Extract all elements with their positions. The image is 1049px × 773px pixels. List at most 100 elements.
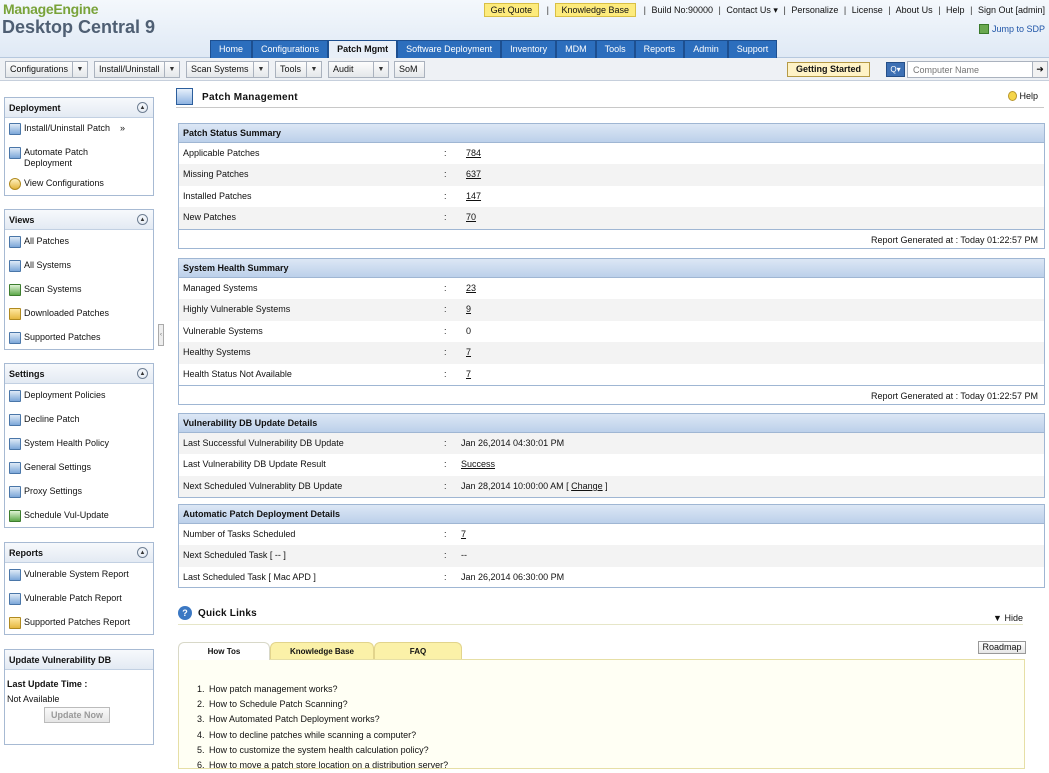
logo-product: Desktop Central 9 [2, 17, 156, 37]
sidebar-item-all-systems[interactable]: All Systems [9, 260, 151, 272]
collapse-icon[interactable]: ▲ [137, 368, 148, 379]
list-item[interactable]: 3. How Automated Patch Deployment works? [197, 712, 448, 727]
collapse-icon[interactable]: ▲ [137, 547, 148, 558]
sidebar-item-system-health-policy[interactable]: System Health Policy [9, 438, 151, 450]
tools-menu[interactable]: Tools ▼ [275, 61, 322, 78]
sidebar-item-general-settings[interactable]: General Settings [9, 462, 151, 474]
help-link-top[interactable]: Help [946, 5, 965, 15]
deployment-box: Deployment ▲ Install/Uninstall Patch» Aut… [4, 97, 154, 196]
roadmap-button[interactable]: Roadmap [978, 641, 1026, 654]
schedule-icon [9, 510, 21, 522]
get-quote-button[interactable]: Get Quote [483, 3, 540, 17]
report-icon [9, 617, 21, 629]
tab-patch-mgmt[interactable]: Patch Mgmt [328, 40, 398, 58]
table-row: Number of Tasks Scheduled:7 [183, 529, 467, 539]
sdp-icon [978, 24, 989, 34]
personalize-link[interactable]: Personalize [791, 5, 838, 15]
tab-knowledge-base[interactable]: Knowledge Base [270, 642, 374, 659]
tab-how-tos[interactable]: How Tos [178, 642, 270, 660]
sidebar-item-vulnerable-system-report[interactable]: Vulnerable System Report [9, 569, 151, 581]
list-item[interactable]: 4. How to decline patches while scanning … [197, 728, 448, 743]
search-icon[interactable]: Q▾ [886, 62, 905, 77]
supported-patches-icon [9, 332, 21, 344]
sidebar-item-decline-patch[interactable]: Decline Patch [9, 414, 151, 426]
audit-menu[interactable]: Audit ▼ [328, 61, 389, 78]
tab-home[interactable]: Home [210, 40, 253, 58]
sign-out-link[interactable]: Sign Out [978, 5, 1013, 15]
update-result-link[interactable]: Success [461, 459, 495, 469]
sidebar-item-supported-patches[interactable]: Supported Patches [9, 332, 151, 344]
sidebar-item-schedule-vul-update[interactable]: Schedule Vul-Update [9, 510, 151, 522]
scan-systems-menu[interactable]: Scan Systems ▼ [186, 61, 269, 78]
installed-patches-link[interactable]: 147 [466, 191, 481, 201]
tab-reports[interactable]: Reports [634, 40, 685, 58]
general-settings-icon [9, 462, 21, 474]
top-links: Get Quote | Knowledge Base | Build No:90… [483, 3, 1045, 17]
change-schedule-link[interactable]: Change [571, 481, 603, 491]
table-row: Installed Patches:147 [183, 190, 482, 201]
patch-management-icon [176, 88, 193, 105]
auto-deploy-panel: Automatic Patch Deployment Details Numbe… [178, 504, 1045, 588]
logo-manageengine[interactable]: ManageEngine [3, 1, 99, 17]
caret-down-icon: ▼ [993, 613, 1002, 623]
hide-quick-links[interactable]: ▼ Hide [993, 613, 1023, 623]
jump-to-sdp-link[interactable]: Jump to SDP [978, 24, 1045, 34]
new-patches-link[interactable]: 70 [466, 212, 476, 222]
table-row: Vulnerable Systems:0 [183, 325, 472, 336]
configurations-menu[interactable]: Configurations ▼ [5, 61, 88, 78]
patch-status-title: Patch Status Summary [179, 124, 1044, 143]
managed-systems-link[interactable]: 23 [466, 283, 476, 293]
tab-inventory[interactable]: Inventory [501, 40, 557, 58]
left-sidebar: Deployment ▲ Install/Uninstall Patch» Aut… [0, 82, 160, 766]
tasks-scheduled-link[interactable]: 7 [461, 529, 466, 539]
tab-support[interactable]: Support [727, 40, 778, 58]
computer-name-search-input[interactable] [907, 61, 1033, 78]
missing-patches-link[interactable]: 637 [466, 169, 481, 179]
sidebar-item-supported-patches-report[interactable]: Supported Patches Report [9, 617, 151, 629]
healthy-systems-link[interactable]: 7 [466, 347, 471, 357]
sidebar-item-all-patches[interactable]: All Patches [9, 236, 151, 248]
tab-faq[interactable]: FAQ [374, 642, 462, 659]
contact-us-link[interactable]: Contact Us ▾ [726, 5, 778, 15]
list-item[interactable]: 1. How patch management works? [197, 682, 448, 697]
search-go-button[interactable]: ➜ [1032, 61, 1048, 78]
double-chevron-right-icon[interactable]: » [120, 123, 125, 134]
tab-tools[interactable]: Tools [595, 40, 635, 58]
patch-status-panel: Patch Status Summary Applicable Patches:… [178, 123, 1045, 249]
tab-configurations[interactable]: Configurations [252, 40, 329, 58]
collapse-icon[interactable]: ▲ [137, 214, 148, 225]
tab-software-deployment[interactable]: Software Deployment [397, 40, 502, 58]
applicable-patches-link[interactable]: 784 [466, 148, 481, 158]
license-link[interactable]: License [852, 5, 883, 15]
tab-admin[interactable]: Admin [684, 40, 728, 58]
collapse-icon[interactable]: ▲ [137, 102, 148, 113]
sidebar-item-scan-systems[interactable]: Scan Systems [9, 284, 151, 296]
sidebar-item-vulnerable-patch-report[interactable]: Vulnerable Patch Report [9, 593, 151, 605]
help-link[interactable]: Help [1008, 91, 1038, 101]
vuln-db-panel: Vulnerability DB Update Details Last Suc… [178, 413, 1045, 498]
sidebar-item-deployment-policies[interactable]: Deployment Policies [9, 390, 151, 402]
views-header: Views ▲ [5, 210, 153, 230]
list-item[interactable]: 5. How to customize the system health cal… [197, 743, 448, 758]
tab-mdm[interactable]: MDM [556, 40, 596, 58]
table-row: Healthy Systems:7 [179, 342, 1044, 364]
sidebar-item-proxy-settings[interactable]: Proxy Settings [9, 486, 151, 498]
update-now-button[interactable]: Update Now [44, 707, 110, 723]
about-us-link[interactable]: About Us [896, 5, 933, 15]
table-row: Managed Systems:23 [183, 283, 477, 293]
proxy-settings-icon [9, 486, 21, 498]
sidebar-item-automate-patch-deployment[interactable]: Automate Patch Deployment [9, 147, 99, 169]
som-button[interactable]: SoM [394, 61, 425, 78]
knowledge-base-button[interactable]: Knowledge Base [554, 3, 637, 17]
sidebar-item-view-configurations[interactable]: View Configurations [9, 178, 151, 190]
sidebar-item-downloaded-patches[interactable]: Downloaded Patches [9, 308, 151, 320]
report-generated: Report Generated at : Today 01:22:57 PM [179, 384, 1044, 406]
highly-vulnerable-link[interactable]: 9 [466, 304, 471, 314]
list-item[interactable]: 2. How to Schedule Patch Scanning? [197, 697, 448, 712]
install-uninstall-menu[interactable]: Install/Uninstall ▼ [94, 61, 180, 78]
health-na-link[interactable]: 7 [466, 369, 471, 379]
getting-started-button[interactable]: Getting Started [787, 62, 871, 77]
sidebar-item-install-uninstall-patch[interactable]: Install/Uninstall Patch» [9, 123, 151, 135]
sidebar-splitter[interactable]: ‹ [158, 324, 164, 346]
quick-links-title: Quick Links [198, 608, 257, 619]
